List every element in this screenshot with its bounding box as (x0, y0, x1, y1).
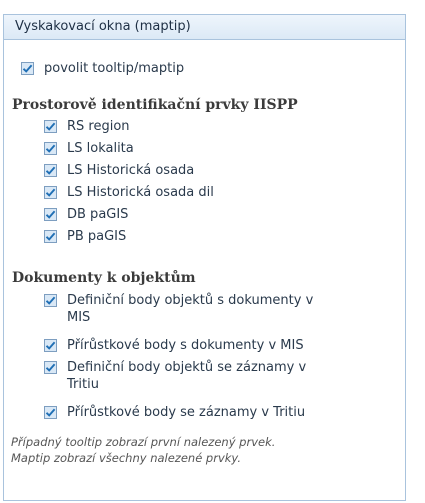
enable-maptip-checkbox[interactable] (21, 62, 34, 75)
layer-label: RS region (67, 119, 130, 134)
doc-label-line: Tritiu (67, 377, 99, 392)
maptip-panel: Vyskakovací okna (maptip) povolit toolti… (3, 14, 406, 501)
check-icon (45, 408, 56, 417)
doc-label-line: Přírůstkové body se záznamy v Tritiu (67, 405, 306, 420)
doc-label-line: Přírůstkové body s dokumenty v MIS (67, 338, 304, 353)
doc-label: Definiční body objektů s dokumenty v MIS (67, 292, 313, 326)
layer-label: PB paGIS (67, 229, 127, 244)
check-icon (45, 363, 56, 372)
doc-label-line: Definiční body objektů se záznamy v (67, 360, 307, 375)
layer-checkbox[interactable] (44, 208, 57, 221)
doc-item-prirustkove-tritiu[interactable]: Přírůstkové body se záznamy v Tritiu (44, 404, 305, 421)
layer-item-ls-historicka-osada-dil[interactable]: LS Historická osada dil (44, 184, 214, 201)
help-note: Případný tooltip zobrazí první nalezený … (11, 434, 275, 466)
doc-label: Přírůstkové body se záznamy v Tritiu (67, 404, 305, 421)
panel-title: Vyskakovací okna (maptip) (4, 15, 405, 40)
doc-checkbox[interactable] (44, 361, 57, 374)
layer-item-ls-historicka-osada[interactable]: LS Historická osada (44, 162, 194, 179)
layer-checkbox[interactable] (44, 230, 57, 243)
doc-label: Přírůstkové body s dokumenty v MIS (67, 337, 304, 354)
layer-item-db-pagis[interactable]: DB paGIS (44, 206, 128, 223)
layer-checkbox[interactable] (44, 164, 57, 177)
doc-item-definicni-tritiu[interactable]: Definiční body objektů se záznamy v Trit… (44, 359, 306, 393)
doc-item-prirustkove-mis[interactable]: Přírůstkové body s dokumenty v MIS (44, 337, 304, 354)
layer-label: LS Historická osada (67, 163, 195, 178)
doc-item-definicni-mis[interactable]: Definiční body objektů s dokumenty v MIS (44, 292, 313, 326)
doc-checkbox[interactable] (44, 406, 57, 419)
help-note-line-2: Maptip zobrazí všechny nalezené prvky. (11, 451, 241, 465)
section-title-documents: Dokumenty k objektům (12, 270, 196, 286)
layer-checkbox[interactable] (44, 120, 57, 133)
section-title-spatial: Prostorově identifikační prvky IISPP (12, 97, 298, 113)
layer-checkbox[interactable] (44, 142, 57, 155)
enable-maptip-row[interactable]: povolit tooltip/maptip (21, 60, 184, 77)
layer-item-pb-pagis[interactable]: PB paGIS (44, 228, 126, 245)
doc-label-line: Definiční body objektů s dokumenty v (67, 293, 314, 308)
check-icon (45, 166, 56, 175)
check-icon (45, 232, 56, 241)
check-icon (45, 122, 56, 131)
doc-label-line: MIS (67, 310, 91, 325)
layer-item-ls-lokalita[interactable]: LS lokalita (44, 140, 134, 157)
layer-label: LS Historická osada dil (67, 185, 214, 200)
layer-label: DB paGIS (67, 207, 129, 222)
doc-checkbox[interactable] (44, 339, 57, 352)
doc-label: Definiční body objektů se záznamy v Trit… (67, 359, 306, 393)
layer-checkbox[interactable] (44, 186, 57, 199)
check-icon (45, 296, 56, 305)
enable-maptip-label: povolit tooltip/maptip (44, 61, 185, 76)
check-icon (45, 341, 56, 350)
check-icon (45, 188, 56, 197)
layer-item-rs-region[interactable]: RS region (44, 118, 130, 135)
layer-label: LS lokalita (67, 141, 134, 156)
check-icon (45, 144, 56, 153)
check-icon (45, 210, 56, 219)
help-note-line-1: Případný tooltip zobrazí první nalezený … (11, 435, 276, 449)
check-icon (22, 64, 33, 73)
doc-checkbox[interactable] (44, 294, 57, 307)
